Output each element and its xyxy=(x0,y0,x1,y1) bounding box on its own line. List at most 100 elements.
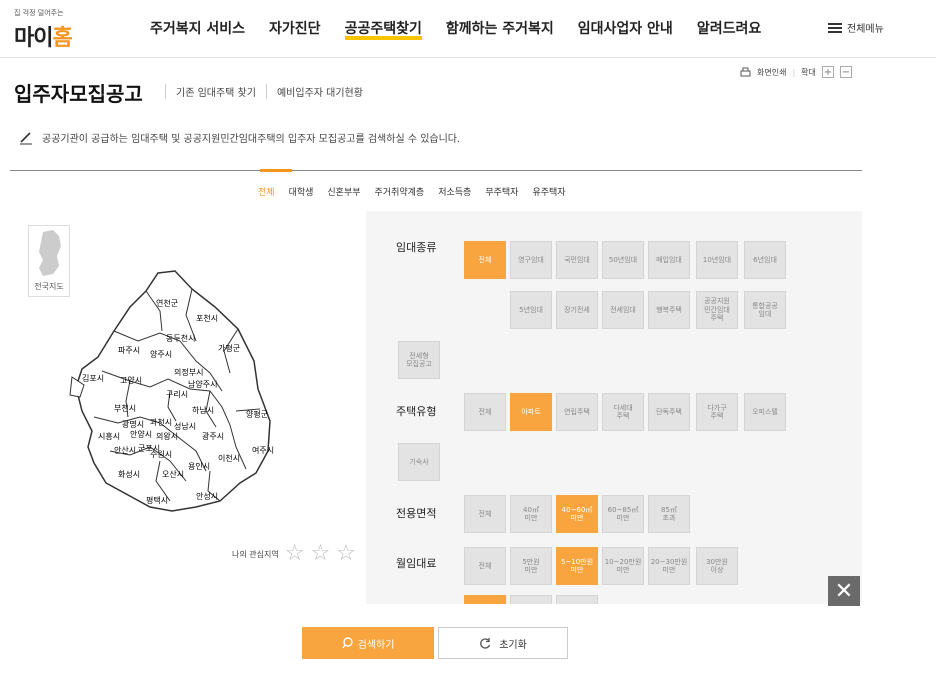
tab-student[interactable]: 대학생 xyxy=(289,185,314,198)
region-siheung[interactable]: 시흥시 xyxy=(98,431,120,441)
rental-type-option[interactable]: 5년임대 xyxy=(510,291,552,329)
rental-type-option[interactable]: 행복주택 xyxy=(648,291,690,329)
area-option[interactable]: 60~85㎡ 미만 xyxy=(602,495,644,533)
nav-public-housing[interactable]: 공공주택찾기 xyxy=(344,18,422,40)
area-option[interactable]: 전체 xyxy=(464,495,506,533)
house-type-option[interactable]: 연립주택 xyxy=(556,393,598,431)
rent-option[interactable]: 30만원 이상 xyxy=(696,547,738,585)
region-yeoju[interactable]: 여주시 xyxy=(252,445,274,455)
nav-together[interactable]: 함께하는 주거복지 xyxy=(446,18,554,40)
nav-notice[interactable]: 알려드려요 xyxy=(697,18,761,40)
all-menu-button[interactable]: 전체메뉴 xyxy=(828,20,884,35)
region-hanam[interactable]: 하남시 xyxy=(192,405,214,415)
rental-type-option[interactable]: 전세형 모집공고 xyxy=(398,341,440,379)
rental-type-option[interactable]: 영구임대 xyxy=(510,241,552,279)
region-gapyeong[interactable]: 가평군 xyxy=(218,343,240,353)
rent-option[interactable]: 20~30만원 미만 xyxy=(648,547,690,585)
rent-option[interactable]: 10~20만원 미만 xyxy=(602,547,644,585)
rental-type-option[interactable]: 50년임대 xyxy=(602,241,644,279)
filter-option-partial[interactable] xyxy=(556,595,598,604)
tab-all[interactable]: 전체 xyxy=(258,185,275,198)
region-suwon[interactable]: 수원시 xyxy=(150,450,172,459)
region-guri[interactable]: 구리시 xyxy=(166,390,188,399)
rental-type-option[interactable]: 장기전세 xyxy=(556,291,598,329)
reset-button[interactable]: 초기화 xyxy=(438,627,568,659)
region-ansan[interactable]: 안산시 xyxy=(114,445,136,455)
rental-type-option[interactable]: 6년임대 xyxy=(744,241,786,279)
nav-landlord-guide[interactable]: 임대사업자 안내 xyxy=(578,18,673,40)
zoom-out-button[interactable]: − xyxy=(839,66,852,78)
rental-type-option[interactable]: 국민임대 xyxy=(556,241,598,279)
close-panel-button[interactable]: ✕ xyxy=(828,576,860,606)
region-anseong[interactable]: 안성시 xyxy=(196,491,218,501)
region-yangju[interactable]: 양주시 xyxy=(150,350,172,359)
star-icon[interactable]: ☆ xyxy=(310,543,330,565)
rental-type-option[interactable]: 매입임대 xyxy=(648,241,690,279)
rent-option[interactable]: 5만원 미만 xyxy=(510,547,552,585)
area-option[interactable]: 85㎡ 초과 xyxy=(648,495,690,533)
refresh-icon xyxy=(480,638,491,649)
tab-homeless[interactable]: 무주택자 xyxy=(485,185,518,198)
star-icon[interactable]: ☆ xyxy=(285,543,305,565)
house-type-option[interactable]: 오피스텔 xyxy=(744,393,786,431)
region-yeoncheon[interactable]: 연천군 xyxy=(156,298,178,308)
all-menu-label: 전체메뉴 xyxy=(847,24,884,35)
rental-type-option[interactable]: 전체 xyxy=(464,241,506,279)
zoom-in-button[interactable]: + xyxy=(821,66,834,78)
tab-vulnerable[interactable]: 주거취약계층 xyxy=(375,185,425,198)
search-button[interactable]: 검색하기 xyxy=(302,627,434,659)
tab-low-income[interactable]: 저소득층 xyxy=(438,185,471,198)
region-hwaseong[interactable]: 화성시 xyxy=(118,470,140,479)
region-anyang[interactable]: 안양시 xyxy=(130,429,152,439)
logo-name: 마이홈 xyxy=(14,26,73,51)
active-tab-marker xyxy=(260,169,292,172)
logo[interactable]: 집 걱정 덜어주는 마이홈 xyxy=(14,8,94,51)
region-gwangju[interactable]: 광주시 xyxy=(202,431,224,441)
star-icon[interactable]: ☆ xyxy=(336,543,356,565)
region-dongducheon[interactable]: 동두천시 xyxy=(166,333,195,343)
house-type-option[interactable]: 기숙사 xyxy=(398,443,440,481)
tab-newlywed[interactable]: 신혼부부 xyxy=(327,185,360,198)
region-yongin[interactable]: 용인시 xyxy=(188,461,210,471)
area-option[interactable]: 40㎡ 미만 xyxy=(510,495,552,533)
house-type-option[interactable]: 다가구 주택 xyxy=(696,393,738,431)
rental-type-option[interactable]: 전세임대 xyxy=(602,291,644,329)
tab-homeowner[interactable]: 유주택자 xyxy=(532,185,565,198)
rent-option[interactable]: 전체 xyxy=(464,547,506,585)
rental-type-option[interactable]: 통합공공 임대 xyxy=(744,291,786,329)
house-type-option[interactable]: 전체 xyxy=(464,393,506,431)
rental-type-option[interactable]: 10년임대 xyxy=(696,241,738,279)
region-yangpyeong[interactable]: 양평군 xyxy=(246,409,268,419)
subnav-waiting-status[interactable]: 예비입주자 대기현황 xyxy=(265,84,373,99)
region-pocheon[interactable]: 포천시 xyxy=(196,313,218,323)
area-option[interactable]: 40~60㎡ 미만 xyxy=(556,495,598,533)
rent-label: 월임대료 xyxy=(396,557,437,570)
region-gwacheon[interactable]: 과천시 xyxy=(150,417,172,427)
region-uiwang[interactable]: 의왕시 xyxy=(156,431,178,441)
region-uijeongbu[interactable]: 의정부시 xyxy=(174,367,203,377)
region-goyang[interactable]: 고양시 xyxy=(120,376,142,385)
region-icheon[interactable]: 이천시 xyxy=(218,453,240,463)
subnav-existing-housing[interactable]: 기존 임대주택 찾기 xyxy=(165,84,266,99)
region-paju[interactable]: 파주시 xyxy=(118,346,140,355)
print-icon xyxy=(740,67,751,77)
nav-welfare-service[interactable]: 주거복지 서비스 xyxy=(150,18,245,40)
region-gwangmyeong[interactable]: 광명시 xyxy=(122,419,144,429)
house-type-option[interactable]: 단독주택 xyxy=(648,393,690,431)
filter-option-partial[interactable] xyxy=(464,595,506,604)
house-type-option[interactable]: 아파트 xyxy=(510,393,552,431)
house-type-option[interactable]: 다세대 주택 xyxy=(602,393,644,431)
nav-self-diagnosis[interactable]: 자가진단 xyxy=(269,18,321,40)
print-button[interactable]: 화면인쇄 xyxy=(757,67,786,78)
region-seongnam[interactable]: 성남시 xyxy=(174,422,196,431)
rent-option[interactable]: 5~10만원 미만 xyxy=(556,547,598,585)
region-pyeongtaek[interactable]: 평택시 xyxy=(146,495,168,505)
filter-option-partial[interactable] xyxy=(510,595,552,604)
favorite-regions: 나의 관심지역 ☆ ☆ ☆ xyxy=(232,543,356,565)
region-osan[interactable]: 오산시 xyxy=(162,469,184,479)
region-namyangju[interactable]: 남양주시 xyxy=(188,380,217,389)
description-text: 공공기관이 공급하는 임대주택 및 공공지원민간임대주택의 입주자 모집공고를 … xyxy=(42,134,461,145)
rental-type-option[interactable]: 공공지원 민간임대 주택 xyxy=(696,291,738,329)
region-gimpo[interactable]: 김포시 xyxy=(82,373,104,383)
region-bucheon[interactable]: 부천시 xyxy=(114,403,136,413)
